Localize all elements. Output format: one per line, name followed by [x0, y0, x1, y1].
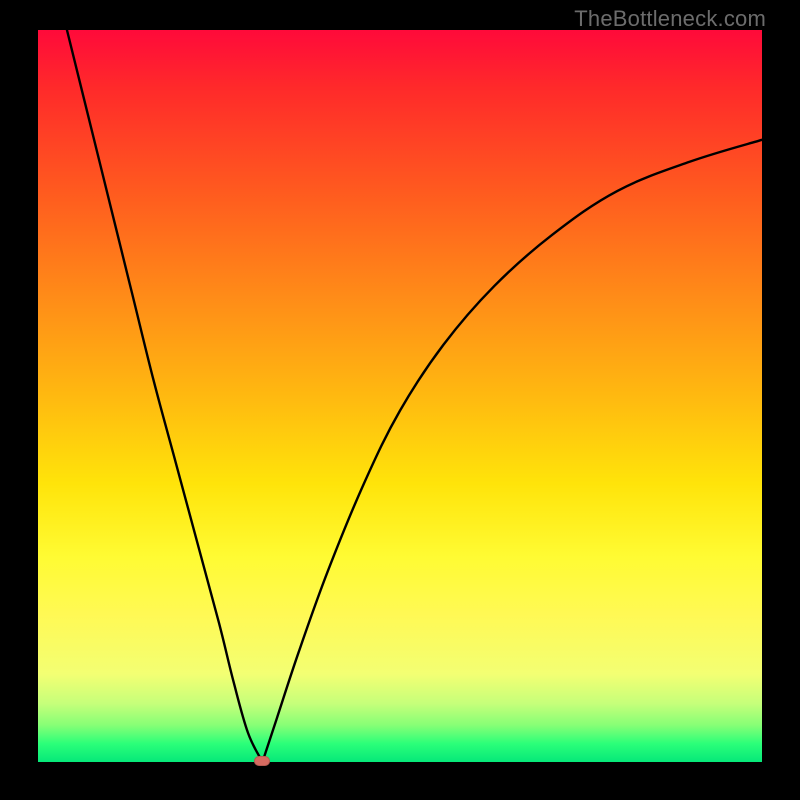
curve-right-branch	[262, 140, 762, 762]
watermark-text: TheBottleneck.com	[574, 6, 766, 32]
minimum-marker	[254, 756, 270, 766]
plot-area	[38, 30, 762, 762]
chart-stage: TheBottleneck.com	[0, 0, 800, 800]
curve-left-branch	[67, 30, 262, 762]
bottleneck-curve	[38, 30, 762, 762]
